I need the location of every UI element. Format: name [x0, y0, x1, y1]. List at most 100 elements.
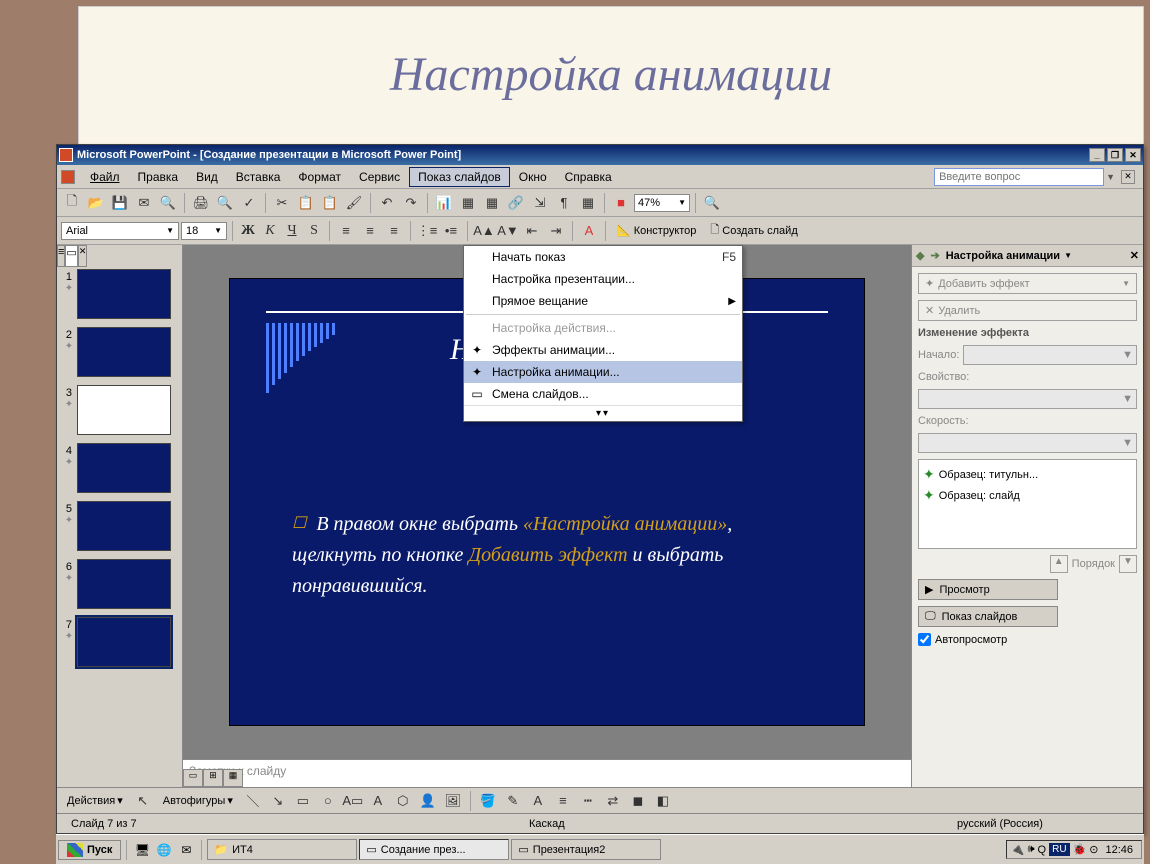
tray-icon[interactable]: Q	[1038, 844, 1047, 856]
thumbnail-4[interactable]: 4✦	[57, 441, 182, 499]
tray-icon[interactable]: ⊙	[1089, 843, 1098, 856]
draw-actions-button[interactable]: Действия▾	[61, 794, 129, 807]
start-select[interactable]: ▼	[963, 345, 1137, 365]
open-icon[interactable]: 📂	[85, 192, 107, 214]
shadow-button[interactable]: S	[304, 220, 324, 242]
increase-indent-icon[interactable]: ⇥	[545, 220, 567, 242]
search-files-icon[interactable]: 🔍	[157, 192, 179, 214]
cut-icon[interactable]: ✂	[271, 192, 293, 214]
autoshapes-button[interactable]: Автофигуры▾	[157, 794, 239, 807]
menu-tools[interactable]: Сервис	[350, 167, 409, 187]
order-up-button[interactable]: ▲	[1050, 555, 1068, 573]
align-center-icon[interactable]: ≡	[359, 220, 381, 242]
undo-icon[interactable]: ↶	[376, 192, 398, 214]
chart-icon[interactable]: 📊	[433, 192, 455, 214]
pane-close-icon[interactable]: ✕	[1130, 249, 1139, 262]
dd-slide-transition[interactable]: ▭Смена слайдов...	[464, 383, 742, 405]
thumbnail-3[interactable]: 3✦	[57, 383, 182, 441]
font-color-draw-icon[interactable]: A	[527, 790, 549, 812]
menu-slideshow[interactable]: Показ слайдов	[409, 167, 510, 187]
thumbnail-7[interactable]: 7✦	[57, 615, 182, 673]
copy-icon[interactable]: 📋	[295, 192, 317, 214]
order-down-button[interactable]: ▼	[1119, 555, 1137, 573]
dd-expand-chevron-icon[interactable]: ▾▾	[464, 405, 742, 421]
menu-view[interactable]: Вид	[187, 167, 227, 187]
numbering-icon[interactable]: ⋮≡	[416, 220, 438, 242]
task-button-1[interactable]: 📁 ИТ4	[207, 839, 357, 860]
task-button-2[interactable]: ▭ Создание през...	[359, 839, 509, 860]
diagram-icon[interactable]: ⬡	[392, 790, 414, 812]
underline-button[interactable]: Ч	[282, 220, 302, 242]
menu-file[interactable]: Файл	[81, 167, 129, 187]
dd-setup-show[interactable]: Настройка презентации...	[464, 268, 742, 290]
format-painter-icon[interactable]: 🖌	[343, 192, 365, 214]
tray-icon[interactable]: 🔌	[1011, 843, 1025, 856]
shadow-style-icon[interactable]: ◼	[627, 790, 649, 812]
decrease-indent-icon[interactable]: ⇤	[521, 220, 543, 242]
wordart-icon[interactable]: A	[367, 790, 389, 812]
close-document-button[interactable]: ✕	[1121, 170, 1135, 184]
outline-tab[interactable]: ≡	[57, 245, 65, 267]
property-select[interactable]: ▼	[918, 389, 1137, 409]
pane-nav-fwd-icon[interactable]: ➔	[930, 249, 939, 262]
line-icon[interactable]: ＼	[242, 790, 264, 812]
bullets-icon[interactable]: •≡	[440, 220, 462, 242]
designer-button[interactable]: 📐Конструктор	[611, 222, 702, 239]
grid-icon[interactable]: ▦	[577, 192, 599, 214]
font-color-icon[interactable]: A	[578, 220, 600, 242]
redo-icon[interactable]: ↷	[400, 192, 422, 214]
menu-format[interactable]: Формат	[289, 167, 350, 187]
line-color-icon[interactable]: ✎	[502, 790, 524, 812]
add-effect-button[interactable]: ✦ Добавить эффект ▼	[918, 273, 1137, 294]
clock[interactable]: 12:46	[1101, 844, 1137, 856]
arrow-icon[interactable]: ↘	[267, 790, 289, 812]
pane-menu-icon[interactable]: ▼	[1060, 251, 1072, 260]
outline-close[interactable]: ✕	[78, 245, 88, 267]
tables-borders-icon[interactable]: ▦	[481, 192, 503, 214]
restore-button[interactable]: ❐	[1107, 148, 1123, 162]
line-style-icon[interactable]: ≡	[552, 790, 574, 812]
rectangle-icon[interactable]: ▭	[292, 790, 314, 812]
slideshow-button[interactable]: 🖵 Показ слайдов	[918, 606, 1058, 627]
show-formatting-icon[interactable]: ¶	[553, 192, 575, 214]
select-objects-icon[interactable]: ↖	[132, 790, 154, 812]
help-icon[interactable]: 🔍	[701, 192, 723, 214]
remove-effect-button[interactable]: ✕ Удалить	[918, 300, 1137, 321]
mail-icon[interactable]: ✉	[133, 192, 155, 214]
arrow-style-icon[interactable]: ⇄	[602, 790, 624, 812]
dd-start-show[interactable]: Начать показF5	[464, 246, 742, 268]
effect-item-2[interactable]: ✦Образец: слайд	[923, 485, 1132, 506]
notes-field[interactable]: Заметки к слайду	[183, 759, 911, 787]
ql-ie-icon[interactable]: 🌐	[154, 840, 174, 860]
ql-desktop-icon[interactable]: 🖥	[132, 840, 152, 860]
hyperlink-icon[interactable]: 🔗	[505, 192, 527, 214]
new-slide-button[interactable]: 🗋Создать слайд	[704, 219, 803, 242]
sorter-view-button[interactable]: ⊞	[203, 769, 223, 787]
menu-help[interactable]: Справка	[556, 167, 621, 187]
picture-icon[interactable]: 🖼	[442, 790, 464, 812]
fill-color-icon[interactable]: 🪣	[477, 790, 499, 812]
speed-select[interactable]: ▼	[918, 433, 1137, 453]
zoom-box[interactable]: 47%▼	[634, 194, 690, 212]
tray-icon[interactable]: 🐞	[1073, 843, 1087, 856]
new-icon[interactable]: 🗋	[61, 192, 83, 214]
autopreview-checkbox[interactable]: Автопросмотр	[918, 633, 1137, 646]
increase-font-icon[interactable]: A▲	[473, 220, 495, 242]
font-name-box[interactable]: Arial▼	[61, 222, 179, 240]
normal-view-button[interactable]: ▭	[183, 769, 203, 787]
menu-insert[interactable]: Вставка	[227, 167, 290, 187]
task-button-3[interactable]: ▭ Презентация2	[511, 839, 661, 860]
decrease-font-icon[interactable]: A▼	[497, 220, 519, 242]
tray-icon[interactable]: 🕪	[1028, 843, 1035, 856]
clipart-icon[interactable]: 👤	[417, 790, 439, 812]
thumbnail-6[interactable]: 6✦	[57, 557, 182, 615]
thumbnail-5[interactable]: 5✦	[57, 499, 182, 557]
dd-custom-animation[interactable]: ✦Настройка анимации...	[464, 361, 742, 383]
textbox-icon[interactable]: A▭	[342, 790, 364, 812]
spellcheck-icon[interactable]: ✓	[238, 192, 260, 214]
help-dropdown-icon[interactable]: ▼	[1104, 172, 1117, 182]
menu-window[interactable]: Окно	[510, 167, 556, 187]
preview-icon[interactable]: 🔍	[214, 192, 236, 214]
slides-tab[interactable]: ▭	[65, 245, 77, 267]
oval-icon[interactable]: ○	[317, 790, 339, 812]
